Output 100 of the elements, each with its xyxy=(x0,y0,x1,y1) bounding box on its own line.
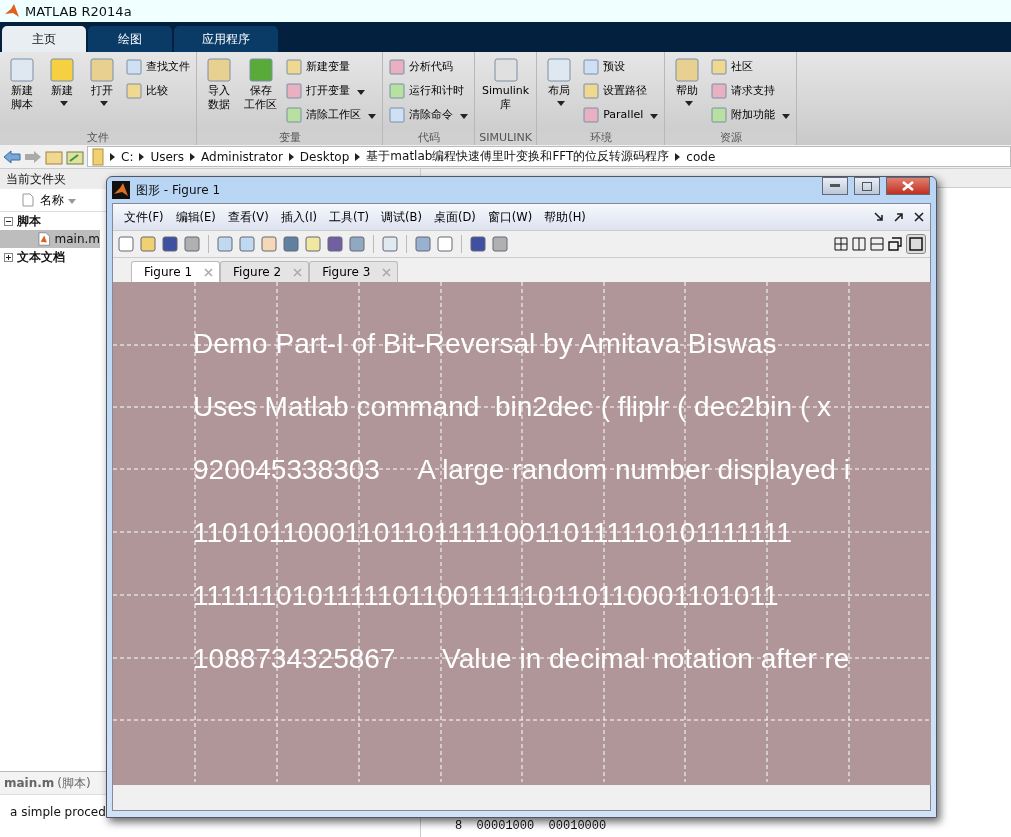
group-label: 环境 xyxy=(537,131,665,145)
file-name: main.m xyxy=(4,776,55,790)
dock-arrow-icon[interactable] xyxy=(874,212,884,222)
menu-item[interactable]: 调试(B) xyxy=(376,209,427,225)
group-label: 文件 xyxy=(0,131,196,145)
caret-icon xyxy=(684,101,693,106)
chevron-icon xyxy=(288,152,294,161)
caret-icon xyxy=(556,101,565,106)
ribbon-button[interactable]: 附加功能 xyxy=(708,104,794,125)
tree-item[interactable]: 脚本 xyxy=(17,212,41,230)
undock-arrow-icon[interactable] xyxy=(894,212,904,222)
square-icon xyxy=(126,58,142,75)
ribbon-button[interactable]: Parallel xyxy=(580,104,662,125)
maximize-button[interactable] xyxy=(854,177,880,195)
ribbon-button[interactable]: 查找文件 xyxy=(123,56,193,77)
ribbon-button[interactable]: 运行和计时 xyxy=(386,80,471,101)
close-button[interactable] xyxy=(886,177,930,195)
caret-icon xyxy=(782,113,791,119)
minimize-button[interactable] xyxy=(822,177,848,195)
maximize-layout-button[interactable] xyxy=(906,234,926,254)
menu-item[interactable]: 文件(F) xyxy=(119,209,169,225)
figure-tab[interactable]: Figure 3 xyxy=(309,261,399,282)
ribbon-button[interactable]: 社区 xyxy=(708,56,794,77)
minimize-icon xyxy=(830,184,840,188)
back-arrow-icon[interactable] xyxy=(3,149,21,164)
close-icon[interactable] xyxy=(914,212,924,222)
square-icon xyxy=(8,56,36,84)
ribbon-button[interactable]: 导入 数据 xyxy=(200,56,238,131)
maximize-icon xyxy=(862,181,872,191)
chevron-icon xyxy=(675,152,681,161)
forward-arrow-icon[interactable] xyxy=(24,149,42,164)
script-file-icon xyxy=(38,231,51,247)
ribbon-button[interactable]: 新建 脚本 xyxy=(3,56,41,131)
square-icon xyxy=(389,106,405,123)
tree-item[interactable]: 文本文档 xyxy=(17,248,65,266)
square-icon xyxy=(48,56,76,84)
square-icon xyxy=(583,106,600,123)
square-icon xyxy=(583,82,600,99)
ribbon-button[interactable]: 新建 xyxy=(43,56,81,131)
ribbon-button[interactable]: 打开 xyxy=(83,56,121,131)
menu-item[interactable]: 帮助(H) xyxy=(539,209,591,225)
ribbon-tab[interactable]: 应用程序 xyxy=(174,26,278,52)
chevron-icon xyxy=(139,152,145,161)
plot-text: Uses Matlab command bin2dec ( fliplr ( dec2bin ( x xyxy=(193,390,832,424)
plot-text: 920045338303 A large random number displayed i xyxy=(193,453,850,487)
caret-icon xyxy=(460,113,468,119)
columns-layout-icon[interactable] xyxy=(852,237,866,251)
menu-item[interactable]: 插入(I) xyxy=(275,209,323,225)
group-label: SIMULINK xyxy=(475,131,537,145)
square-icon xyxy=(389,58,405,75)
square-icon xyxy=(711,82,728,99)
caret-icon xyxy=(59,101,68,106)
ribbon-button[interactable]: Simulink 库 xyxy=(478,56,534,131)
tree-item[interactable]: main.m xyxy=(0,230,100,248)
ribbon-button[interactable]: 预设 xyxy=(580,56,662,77)
figure-tab[interactable]: Figure 1 xyxy=(131,261,221,282)
chevron-icon xyxy=(190,152,196,161)
menu-item[interactable]: 编辑(E) xyxy=(170,209,221,225)
ribbon-button[interactable]: 打开变量 xyxy=(283,80,379,101)
grid-layout-icon[interactable] xyxy=(834,237,848,251)
caret-icon xyxy=(67,198,76,204)
square-icon xyxy=(389,82,405,99)
ribbon-button[interactable]: 布局 xyxy=(540,56,579,131)
float-layout-icon[interactable] xyxy=(888,237,902,251)
group-label: 资源 xyxy=(665,131,797,145)
ribbon-button[interactable]: 保存 工作区 xyxy=(240,56,281,131)
ribbon-button[interactable]: 比较 xyxy=(123,80,193,101)
menu-item[interactable]: 桌面(D) xyxy=(428,209,481,225)
ribbon-tab[interactable]: 主页 xyxy=(2,26,86,52)
collapse-icon[interactable] xyxy=(4,216,13,226)
square-icon xyxy=(583,58,600,75)
caret-icon xyxy=(99,101,108,106)
ribbon-button[interactable]: 清除工作区 xyxy=(283,104,379,125)
chevron-icon xyxy=(355,152,361,161)
expand-icon[interactable] xyxy=(4,252,13,262)
column-header[interactable]: 名称 xyxy=(40,191,76,209)
ribbon-button[interactable]: 新建变量 xyxy=(283,56,379,77)
square-icon xyxy=(711,106,728,123)
figure-tab[interactable]: Figure 2 xyxy=(220,261,310,282)
square-icon xyxy=(673,56,702,84)
logo-icon xyxy=(4,3,20,19)
square-icon xyxy=(711,58,728,75)
path-field[interactable]: C: Users Administrator Desktop 基于matlab编程快速傅里叶变换和FFT的位反转源码程序 code xyxy=(87,146,1011,167)
ribbon-button[interactable]: 设置路径 xyxy=(580,80,662,101)
folder-browse-icon[interactable] xyxy=(66,148,84,165)
ribbon-button[interactable]: 请求支持 xyxy=(708,80,794,101)
rows-layout-icon[interactable] xyxy=(870,237,884,251)
ribbon-button[interactable]: 清除命令 xyxy=(386,104,471,125)
square-icon xyxy=(205,56,233,84)
file-icon xyxy=(22,193,34,207)
chevron-icon xyxy=(110,152,115,161)
ribbon-tab[interactable]: 绘图 xyxy=(88,26,172,52)
square-icon xyxy=(286,106,302,123)
square-icon xyxy=(286,82,302,99)
square-icon[interactable] xyxy=(469,235,487,253)
menu-item[interactable]: 查看(V) xyxy=(222,209,274,225)
ribbon-button[interactable]: 帮助 xyxy=(668,56,707,131)
ribbon-button[interactable]: 分析代码 xyxy=(386,56,471,77)
menu-item[interactable]: 窗口(W) xyxy=(482,209,538,225)
menu-item[interactable]: 工具(T) xyxy=(324,209,375,225)
